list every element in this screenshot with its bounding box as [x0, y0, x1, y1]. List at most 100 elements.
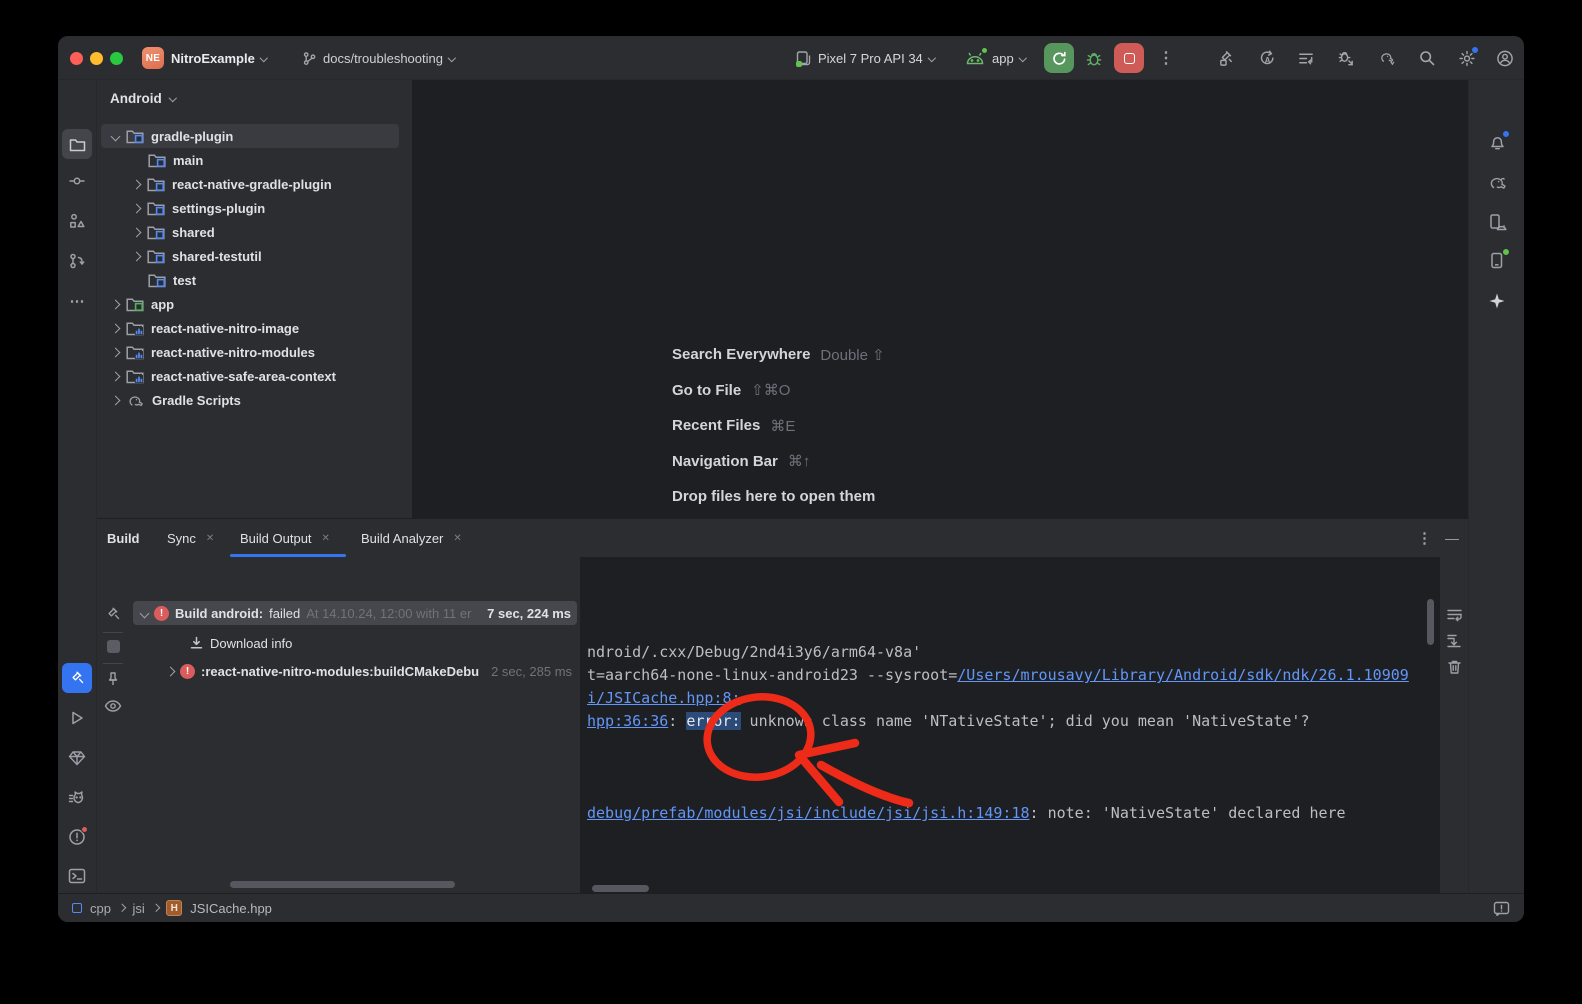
rerun-button[interactable] — [1044, 43, 1074, 73]
console-vertical-scrollbar[interactable] — [1427, 599, 1434, 645]
settings-icon[interactable] — [1458, 49, 1476, 67]
close-icon[interactable]: ✕ — [322, 533, 330, 544]
gradle-tool-button[interactable] — [1482, 167, 1512, 197]
chevron-right-icon[interactable] — [111, 371, 121, 381]
stop-build-button[interactable] — [102, 635, 124, 657]
terminal-tool-button[interactable] — [62, 861, 92, 891]
build-download-label: Download info — [210, 636, 292, 651]
search-icon[interactable] — [1418, 49, 1436, 67]
project-tool-button[interactable] — [62, 129, 92, 159]
run-tool-button[interactable] — [62, 703, 92, 733]
build-window-minimize[interactable]: — — [1445, 519, 1459, 557]
tab-build-analyzer[interactable]: Build Analyzer ✕ — [361, 519, 462, 557]
device-manager-tool-button[interactable] — [1482, 207, 1512, 237]
tab-sync[interactable]: Sync ✕ — [167, 519, 214, 557]
chevron-right-icon[interactable] — [132, 203, 142, 213]
chevron-right-icon[interactable] — [132, 227, 142, 237]
tree-item-app[interactable]: app — [101, 292, 399, 316]
rerun-build-button[interactable] — [102, 603, 124, 625]
tree-horizontal-scrollbar[interactable] — [230, 881, 455, 888]
file-link[interactable]: /Users/mrousavy/Library/Android/sdk/ndk/… — [957, 666, 1409, 684]
chevron-down-icon[interactable] — [111, 131, 121, 141]
vcs-tool-button[interactable] — [62, 246, 92, 276]
tree-item-test[interactable]: test — [101, 268, 399, 292]
tab-build-output[interactable]: Build Output ✕ — [240, 519, 330, 557]
event-log-icon[interactable] — [1493, 901, 1510, 916]
build-task-row[interactable]: ! :react-native-nitro-modules:buildCMake… — [133, 659, 577, 683]
console-text: : note: 'NativeState' declared here — [1030, 804, 1346, 822]
build-project-icon[interactable] — [1218, 49, 1236, 67]
running-devices-tool-button[interactable] — [1482, 245, 1512, 275]
view-options-button[interactable] — [102, 695, 124, 717]
shortcut-row: Drop files here to open them — [672, 479, 885, 515]
debug-icon[interactable] — [1085, 49, 1103, 67]
file-link[interactable]: hpp:36:36 — [587, 712, 668, 730]
scroll-to-end-button[interactable] — [1443, 630, 1465, 652]
build-window-options[interactable]: ⋮ — [1417, 519, 1432, 557]
tree-item-main[interactable]: main — [101, 148, 399, 172]
clear-all-button[interactable] — [1443, 656, 1465, 678]
more-tools-button[interactable]: ⋯ — [62, 286, 92, 316]
gemini-tool-button[interactable] — [1482, 286, 1512, 316]
titlebar: NE NitroExample docs/troubleshooting Pix… — [58, 36, 1524, 80]
commit-tool-button[interactable] — [62, 166, 92, 196]
build-download-row[interactable]: Download info — [133, 631, 577, 655]
project-view-selector[interactable]: Android — [110, 84, 175, 112]
left-tool-stripe: ⋯ — [58, 80, 97, 893]
tree-item-react-native-nitro-image[interactable]: react-native-nitro-image — [101, 316, 399, 340]
tree-item-react-native-safe-area-context[interactable]: react-native-safe-area-context — [101, 364, 399, 388]
chevron-right-icon[interactable] — [132, 179, 142, 189]
build-tool-button[interactable] — [62, 663, 92, 693]
chevron-right-icon[interactable] — [132, 251, 142, 261]
tree-item-react-native-nitro-modules[interactable]: react-native-nitro-modules — [101, 340, 399, 364]
tree-item-gradle-scripts[interactable]: Gradle Scripts — [101, 388, 399, 412]
close-window-button[interactable] — [70, 52, 83, 65]
build-root-row[interactable]: ! Build android: failed At 14.10.24, 12:… — [133, 601, 577, 625]
gradle-sync-icon[interactable] — [1378, 49, 1396, 67]
account-icon[interactable] — [1496, 49, 1514, 67]
chevron-right-icon[interactable] — [111, 299, 121, 309]
build-variants-icon[interactable] — [1297, 49, 1315, 67]
pin-tab-button[interactable] — [102, 668, 124, 690]
tree-item-shared[interactable]: shared — [101, 220, 399, 244]
tree-item-settings-plugin[interactable]: settings-plugin — [101, 196, 399, 220]
device-selector[interactable]: Pixel 7 Pro API 34 — [795, 36, 934, 80]
device-icon — [795, 50, 812, 67]
tree-item-react-native-gradle-plugin[interactable]: react-native-gradle-plugin — [101, 172, 399, 196]
chevron-right-icon[interactable] — [111, 347, 121, 357]
build-output-console[interactable]: ndroid/.cxx/Debug/2nd4i3y6/arm64-v8a' t=… — [580, 557, 1440, 894]
chevron-right-icon[interactable] — [111, 395, 121, 405]
logcat-tool-button[interactable] — [62, 783, 92, 813]
tree-item-shared-testutil[interactable]: shared-testutil — [101, 244, 399, 268]
tree-item-gradle-plugin[interactable]: gradle-plugin — [101, 124, 399, 148]
breadcrumb-jsi[interactable]: jsi — [132, 901, 144, 916]
close-icon[interactable]: ✕ — [206, 533, 214, 544]
project-selector[interactable]: NitroExample — [171, 36, 266, 80]
chevron-right-icon[interactable] — [111, 323, 121, 333]
attach-debugger-icon[interactable] — [1337, 49, 1355, 67]
tab-label: Build Output — [240, 531, 312, 546]
notifications-tool-button[interactable] — [1482, 127, 1512, 157]
problems-tool-button[interactable] — [62, 822, 92, 852]
build-left-toolbar — [97, 557, 130, 894]
close-icon[interactable]: ✕ — [453, 533, 461, 544]
file-link[interactable]: debug/prefab/modules/jsi/include/jsi/jsi… — [587, 804, 1030, 822]
breadcrumb-cpp[interactable]: cpp — [90, 901, 111, 916]
stop-button[interactable] — [1114, 43, 1144, 73]
minimize-window-button[interactable] — [90, 52, 103, 65]
build-root-duration: 7 sec, 224 ms — [487, 606, 577, 621]
run-more-options[interactable]: ⋮ — [1158, 36, 1174, 80]
console-horizontal-scrollbar[interactable] — [592, 885, 649, 892]
profiler-tool-button[interactable] — [62, 743, 92, 773]
maximize-window-button[interactable] — [110, 52, 123, 65]
play-icon — [69, 710, 85, 726]
structure-tool-button[interactable] — [62, 206, 92, 236]
branch-selector[interactable]: docs/troubleshooting — [302, 36, 454, 80]
breadcrumb-file[interactable]: JSICache.hpp — [190, 901, 272, 916]
soft-wrap-button[interactable] — [1443, 604, 1465, 626]
file-link[interactable]: i/JSICache.hpp:8: — [587, 689, 741, 707]
sync-translate-icon[interactable]: A — [1258, 49, 1276, 67]
chevron-right-icon[interactable] — [166, 666, 176, 676]
chevron-down-icon[interactable] — [140, 608, 150, 618]
run-config-selector[interactable]: app — [964, 36, 1025, 80]
